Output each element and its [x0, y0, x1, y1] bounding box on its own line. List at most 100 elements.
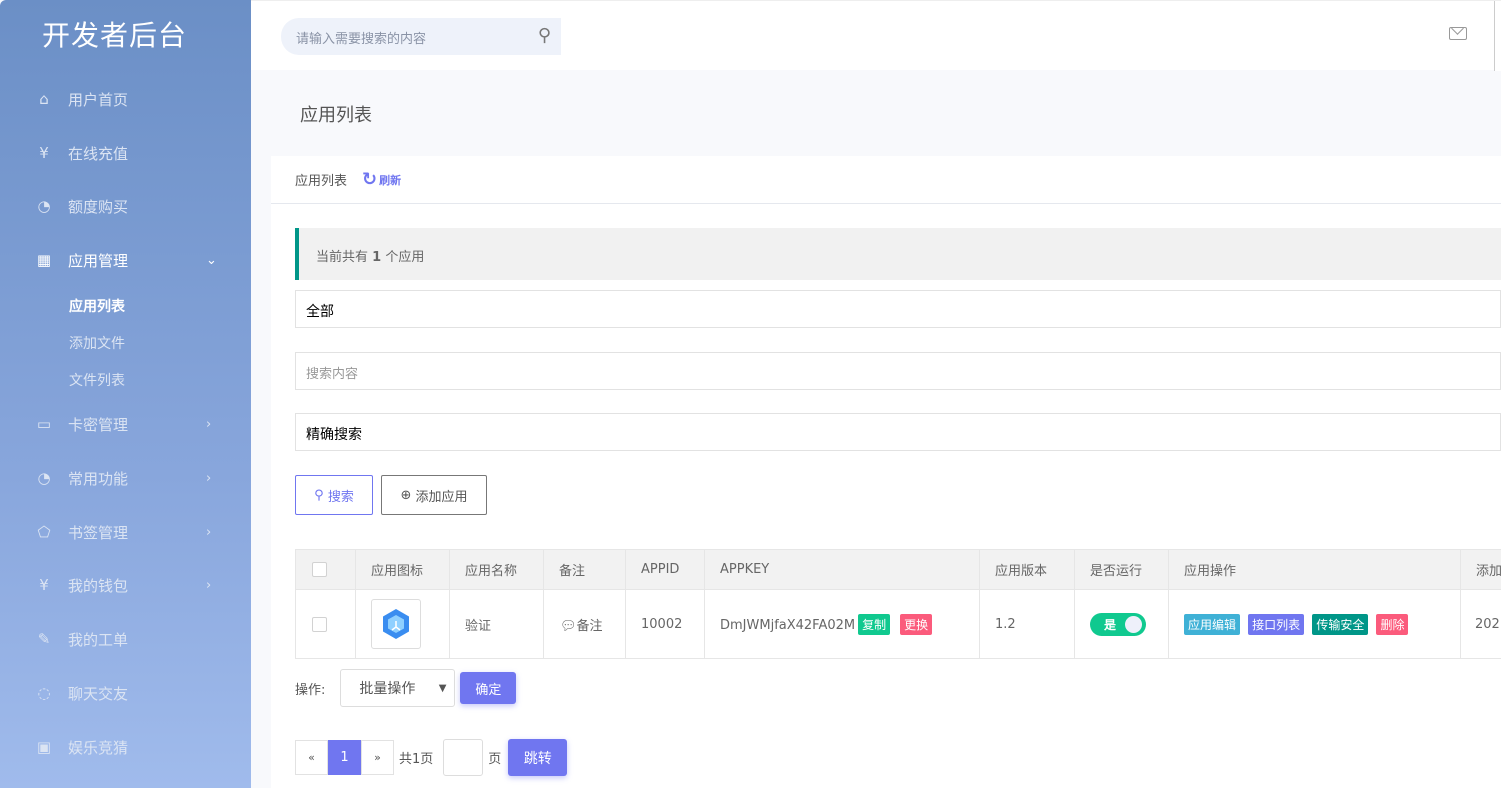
row-checkbox[interactable]: [312, 616, 327, 632]
nav-label: 卡密管理: [68, 415, 129, 434]
refresh-label: 刷新: [379, 173, 402, 187]
page-title: 应用列表: [300, 105, 372, 126]
subnav-add-file[interactable]: 添加文件: [69, 333, 125, 353]
chevron-right-icon: ›: [206, 416, 212, 432]
app-list-card: 应用列表 ↻ 刷新 当前共有 1 个应用 全部 搜索内容 精确搜索 ⚲ 搜索 ⊕ …: [271, 156, 1501, 788]
nav-app-management[interactable]: ▦ 应用管理 ⌄: [0, 240, 251, 280]
api-list-button[interactable]: 接口列表: [1248, 613, 1305, 635]
chat-icon: ◌: [37, 684, 51, 702]
col-name: 应用名称: [449, 549, 544, 590]
table-row: 验证 💬︎备注 10002 DmJWMjfaX42FA02M 复制 更换 1.2 是…: [295, 589, 1501, 659]
page-1-button[interactable]: 1: [328, 740, 361, 775]
table-header-row: 应用图标 应用名称 备注 APPID APPKEY 应用版本 是否运行 应用操作…: [295, 549, 1501, 590]
nav-common[interactable]: ◔ 常用功能 ›: [0, 458, 251, 498]
card-icon: ▭: [36, 415, 52, 433]
apps-icon: ▦: [36, 251, 52, 269]
nav-label: 额度购买: [68, 197, 129, 216]
chevron-right-icon: ›: [206, 524, 212, 540]
change-key-button[interactable]: 更换: [900, 613, 933, 635]
chevron-down-icon: ▼: [438, 682, 447, 694]
nav-label: 应用管理: [68, 251, 129, 270]
refresh-button[interactable]: ↻ 刷新: [362, 169, 401, 190]
subnav-file-list[interactable]: 文件列表: [69, 370, 125, 390]
col-appkey: APPKEY: [704, 549, 980, 590]
chevron-right-icon: ›: [206, 577, 212, 593]
gift-icon: ▣: [36, 738, 52, 756]
next-page-button[interactable]: »: [361, 740, 394, 775]
batch-confirm-button[interactable]: 确定: [460, 672, 517, 704]
nav-quota[interactable]: ◔ 额度购买: [0, 186, 251, 226]
nav-tickets[interactable]: ✎ 我的工单: [0, 619, 251, 659]
refresh-icon: ↻: [362, 169, 378, 190]
page-number-input[interactable]: [443, 739, 484, 776]
nav-label: 在线充值: [68, 144, 129, 163]
filter-select[interactable]: 全部: [295, 290, 1501, 328]
nav-label: 书签管理: [68, 523, 129, 542]
search-mode-select[interactable]: 精确搜索: [295, 413, 1501, 451]
batch-select[interactable]: 批量操作 ▼: [340, 669, 456, 707]
nav-recharge[interactable]: ¥ 在线充值: [0, 133, 251, 173]
gauge-icon: ◔: [37, 197, 51, 215]
search-button[interactable]: ⚲ 搜索: [295, 475, 373, 515]
nav-chat[interactable]: ◌ 聊天交友: [0, 673, 251, 713]
edit-app-button[interactable]: 应用编辑: [1184, 613, 1241, 635]
batch-operations: 操作: 批量操作 ▼ 确定: [295, 669, 517, 707]
nav-label: 娱乐竞猜: [68, 738, 129, 757]
plus-circle-icon: ⊕: [400, 487, 416, 503]
tag-icon: ⬠: [37, 523, 51, 541]
nav-card-management[interactable]: ▭ 卡密管理 ›: [0, 404, 251, 444]
global-search-input[interactable]: 请输入需要搜索的内容 ⚲: [281, 18, 561, 55]
home-icon: ⌂: [39, 90, 49, 108]
comment-icon: 💬︎: [560, 618, 577, 634]
col-actions: 应用操作: [1168, 549, 1461, 590]
pagination: « 1 » 共1页 页 跳转: [295, 739, 568, 776]
yen-icon: ¥: [39, 576, 49, 594]
app-version: 1.2: [979, 589, 1075, 659]
notice-prefix: 当前共有: [316, 250, 369, 265]
ticket-icon: ✎: [37, 630, 51, 648]
search-content-input[interactable]: 搜索内容: [295, 352, 1501, 390]
subnav-app-list[interactable]: 应用列表: [69, 296, 125, 316]
add-label: 添加应用: [415, 489, 468, 505]
add-app-button[interactable]: ⊕ 添加应用: [381, 475, 487, 515]
top-header: 请输入需要搜索的内容 ⚲: [251, 0, 1501, 71]
nav-bookmarks[interactable]: ⬠ 书签管理 ›: [0, 512, 251, 552]
nav-label: 常用功能: [68, 469, 129, 488]
logo: 开发者后台: [42, 19, 188, 52]
yen-icon: ¥: [39, 144, 49, 162]
app-table: 应用图标 应用名称 备注 APPID APPKEY 应用版本 是否运行 应用操作…: [295, 549, 1501, 659]
scrollbar[interactable]: [1494, 1, 1501, 71]
nav-label: 我的钱包: [68, 576, 129, 595]
notice-suffix: 个应用: [385, 250, 425, 265]
total-pages: 共1页: [399, 752, 434, 767]
select-all-checkbox[interactable]: [312, 562, 327, 577]
transport-security-button[interactable]: 传输安全: [1312, 613, 1369, 635]
col-note: 备注: [543, 549, 626, 590]
app-id: 10002: [625, 589, 705, 659]
nav-label: 用户首页: [68, 90, 129, 109]
card-title: 应用列表: [295, 174, 348, 189]
app-count-notice: 当前共有 1 个应用: [295, 228, 1501, 280]
jump-button[interactable]: 跳转: [508, 739, 568, 776]
app-note[interactable]: 备注: [577, 619, 603, 634]
batch-label: 操作:: [295, 682, 326, 698]
toggle-label: 是: [1104, 617, 1117, 632]
nav-home[interactable]: ⌂ 用户首页: [0, 79, 251, 119]
chevron-right-icon: ›: [206, 470, 212, 486]
mail-icon[interactable]: [1449, 27, 1467, 40]
batch-select-value: 批量操作: [359, 681, 416, 697]
running-toggle[interactable]: 是: [1090, 612, 1146, 636]
prev-page-button[interactable]: «: [295, 740, 328, 775]
copy-key-button[interactable]: 复制: [858, 613, 891, 635]
nav-label: 我的工单: [68, 630, 129, 649]
delete-app-button[interactable]: 删除: [1376, 613, 1409, 635]
search-icon: ⚲: [314, 487, 328, 503]
added-time: 202: [1460, 589, 1501, 659]
search-icon[interactable]: ⚲: [538, 25, 551, 46]
nav-games[interactable]: ▣ 娱乐竞猜: [0, 727, 251, 767]
sidebar: 开发者后台 ⌂ 用户首页 ¥ 在线充值 ◔ 额度购买 ▦ 应用管理 ⌄ 应用列表 添加文件…: [0, 0, 251, 788]
search-label: 搜索: [327, 489, 354, 505]
search-placeholder: 请输入需要搜索的内容: [296, 32, 427, 47]
nav-wallet[interactable]: ¥ 我的钱包 ›: [0, 565, 251, 605]
chevron-down-icon: ⌄: [206, 252, 217, 268]
